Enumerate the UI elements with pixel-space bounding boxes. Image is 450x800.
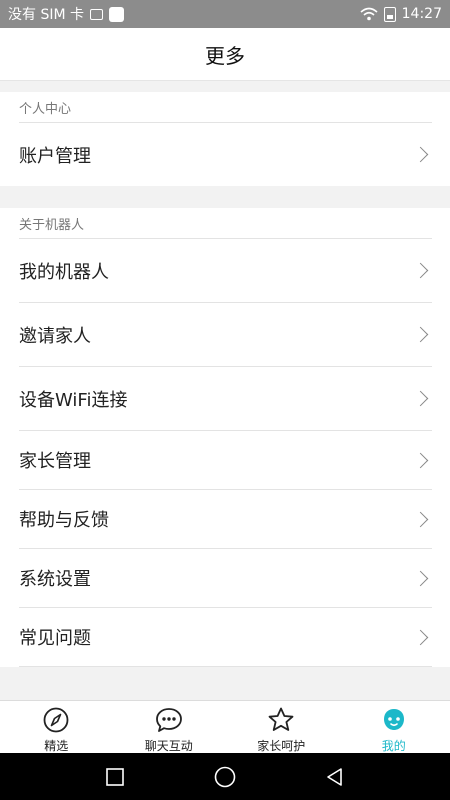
menu-item-label: 邀请家人	[19, 325, 91, 347]
menu-item-label: 我的机器人	[19, 261, 109, 283]
recents-square-icon[interactable]	[104, 766, 126, 788]
menu-item-label: 设备WiFi连接	[19, 389, 128, 411]
settings-list: 个人中心 账户管理 关于机器人 我的机器人 邀请家人 设备WiFi连接 家长管理…	[0, 92, 450, 667]
menu-item-label: 常见问题	[19, 628, 91, 649]
wifi-icon	[360, 7, 378, 21]
carrier-text: 没有 SIM 卡	[8, 7, 84, 23]
menu-item-device-wifi[interactable]: 设备WiFi连接	[19, 367, 432, 431]
menu-item-help-feedback[interactable]: 帮助与反馈	[19, 490, 432, 549]
clock-text: 14:27	[401, 6, 442, 22]
tab-label: 聊天互动	[144, 739, 193, 753]
menu-item-system-settings[interactable]: 系统设置	[19, 549, 432, 608]
chevron-right-icon	[412, 452, 429, 468]
page-header: 更多	[0, 28, 450, 81]
section-heading: 关于机器人	[19, 208, 432, 239]
compass-icon	[43, 707, 69, 733]
menu-item-label: 账户管理	[19, 145, 91, 167]
tab-chat[interactable]: 聊天互动	[113, 701, 226, 754]
tab-featured[interactable]: 精选	[0, 701, 113, 754]
section-divider	[0, 186, 450, 208]
app-notification-icon	[109, 6, 124, 22]
image-notification-icon	[90, 8, 103, 20]
menu-item-parent-management[interactable]: 家长管理	[19, 431, 432, 490]
menu-item-invite-family[interactable]: 邀请家人	[19, 303, 432, 367]
menu-item-account-management[interactable]: 账户管理	[19, 123, 432, 186]
menu-item-my-robot[interactable]: 我的机器人	[19, 239, 432, 303]
chevron-right-icon	[412, 390, 429, 407]
chat-bubble-icon	[155, 708, 182, 732]
robot-face-icon	[383, 709, 404, 730]
star-icon	[268, 707, 294, 731]
chevron-right-icon	[412, 146, 429, 163]
home-circle-icon[interactable]	[213, 765, 237, 789]
section-about-robot: 关于机器人 我的机器人 邀请家人 设备WiFi连接 家长管理 帮助与反馈 系统设…	[0, 208, 450, 667]
system-navigation-bar	[0, 753, 450, 800]
chevron-right-icon	[412, 511, 429, 527]
menu-item-label: 系统设置	[19, 569, 91, 590]
section-personal-center: 个人中心 账户管理	[0, 92, 450, 186]
tab-label: 我的	[381, 739, 406, 753]
status-bar: 没有 SIM 卡 14:27	[0, 0, 450, 28]
back-triangle-icon[interactable]	[324, 766, 346, 788]
battery-icon	[383, 6, 396, 22]
tab-label: 家长呵护	[257, 739, 306, 753]
menu-item-label: 帮助与反馈	[19, 510, 109, 531]
chevron-right-icon	[412, 629, 429, 645]
tab-parental-care[interactable]: 家长呵护	[225, 701, 338, 754]
chevron-right-icon	[412, 262, 429, 279]
tab-label: 精选	[44, 739, 69, 753]
menu-item-faq[interactable]: 常见问题	[19, 608, 432, 667]
menu-item-label: 家长管理	[19, 451, 91, 472]
section-heading: 个人中心	[19, 92, 432, 123]
bottom-tab-bar: 精选 聊天互动 家长呵护 我的	[0, 700, 450, 754]
page-title: 更多	[205, 43, 245, 68]
chevron-right-icon	[412, 326, 429, 343]
chevron-right-icon	[412, 570, 429, 586]
tab-mine[interactable]: 我的	[338, 701, 450, 754]
